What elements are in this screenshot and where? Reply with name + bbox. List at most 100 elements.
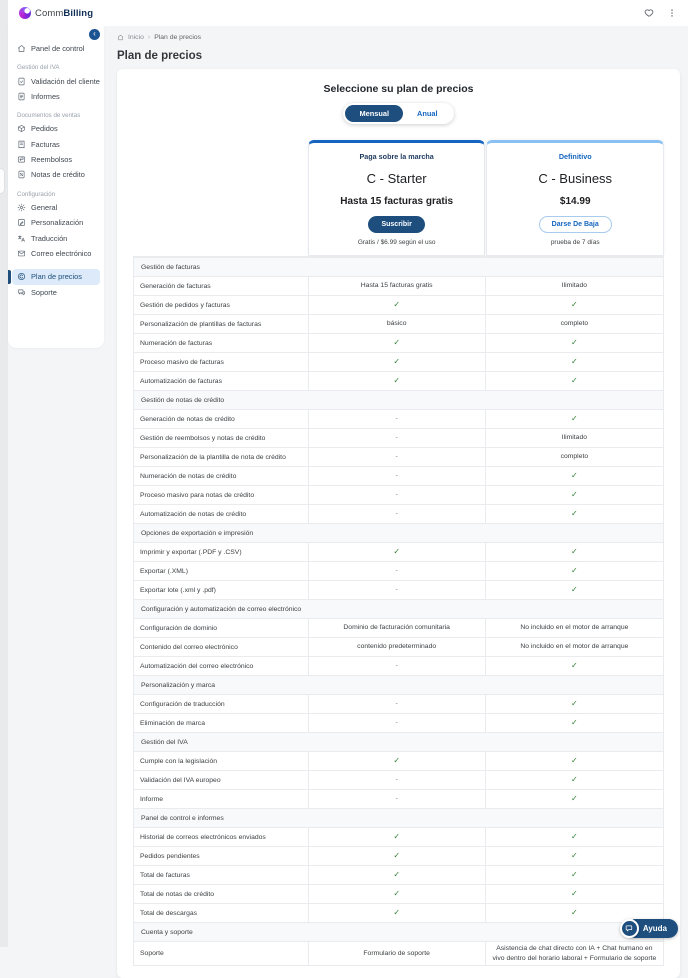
- sidebar-item-notas-de-crédito[interactable]: Notas de crédito: [12, 167, 100, 182]
- table-row: Validación del IVA europeo-✓: [134, 770, 663, 789]
- table-section-header: Opciones de exportación e impresión: [134, 523, 663, 542]
- plan-card-starter: Paga sobre la marcha C - Starter Hasta 1…: [308, 140, 486, 256]
- sidebar-item-panel-de-control[interactable]: Panel de control: [12, 41, 100, 56]
- table-section-header: Gestión de facturas: [134, 257, 663, 276]
- toggle-mensual[interactable]: Mensual: [345, 105, 403, 122]
- business-value: No incluido en el motor de arranque: [486, 638, 663, 656]
- check-icon: ✓: [571, 907, 578, 918]
- sidebar-item-soporte[interactable]: Soporte: [12, 285, 100, 300]
- starter-value: contenido predeterminado: [309, 638, 486, 656]
- chat-bubble-icon: [620, 919, 639, 938]
- dash-value: -: [396, 699, 398, 709]
- main-content: Inicio › Plan de precios Plan de precios…: [104, 26, 688, 947]
- feature-label: Total de descargas: [134, 904, 309, 922]
- table-row: Gestión de pedidos y facturas✓✓: [134, 295, 663, 314]
- unsubscribe-button[interactable]: Darse De Baja: [539, 216, 612, 233]
- gear-icon: [17, 203, 26, 212]
- help-button[interactable]: Ayuda: [620, 919, 678, 938]
- pricing-heading: Seleccione su plan de precios: [133, 83, 664, 95]
- check-icon: ✓: [571, 869, 578, 880]
- dash-value: -: [396, 471, 398, 481]
- dash-value: -: [396, 661, 398, 671]
- plan-tag: Paga sobre la marcha: [315, 152, 479, 161]
- feature-comparison-table: Gestión de facturasGeneración de factura…: [133, 256, 664, 966]
- starter-value: ✓: [309, 752, 486, 770]
- check-icon: ✓: [393, 850, 400, 861]
- business-value: ✓: [486, 847, 663, 865]
- business-value: ✓: [486, 505, 663, 523]
- business-value: ✓: [486, 372, 663, 390]
- feature-label: Total de notas de crédito: [134, 885, 309, 903]
- table-row: Automatización de notas de crédito-✓: [134, 504, 663, 523]
- logo-icon: [19, 7, 31, 19]
- kebab-menu-icon[interactable]: [667, 8, 677, 18]
- starter-value: Hasta 15 facturas gratis: [309, 277, 486, 295]
- business-value: ✓: [486, 410, 663, 428]
- check-icon: ✓: [571, 831, 578, 842]
- check-icon: ✓: [571, 717, 578, 728]
- sidebar-item-facturas[interactable]: Facturas: [12, 137, 100, 152]
- sidebar-item-informes[interactable]: Informes: [12, 89, 100, 104]
- table-row: Imprimir y exportar (.PDF y .CSV)✓✓: [134, 542, 663, 561]
- business-value: completo: [486, 315, 663, 333]
- starter-value: ✓: [309, 866, 486, 884]
- feature-label: Contenido del correo electrónico: [134, 638, 309, 656]
- sidebar-section-label: Configuración: [17, 191, 95, 198]
- favorite-heart-icon[interactable]: [644, 8, 654, 18]
- app-logo[interactable]: CommBilling: [19, 7, 93, 19]
- side-panel-handle[interactable]: [0, 168, 5, 194]
- dash-value: -: [396, 452, 398, 462]
- plan-name: C - Starter: [315, 171, 479, 186]
- check-icon: ✓: [393, 755, 400, 766]
- starter-value: -: [309, 562, 486, 580]
- feature-label: Numeración de notas de crédito: [134, 467, 309, 485]
- feature-label: Personalización de la plantilla de nota …: [134, 448, 309, 466]
- sidebar-item-label: Plan de precios: [31, 272, 82, 281]
- email-icon: [17, 249, 26, 258]
- table-row: Generación de facturasHasta 15 facturas …: [134, 276, 663, 295]
- sidebar-item-plan-de-precios[interactable]: Plan de precios: [12, 269, 100, 284]
- plan-subtitle: $14.99: [493, 196, 657, 207]
- home-icon: [17, 44, 26, 53]
- sidebar-item-validación-del-cliente[interactable]: Validación del cliente: [12, 73, 100, 88]
- table-row: Personalización de la plantilla de nota …: [134, 447, 663, 466]
- subscribe-button[interactable]: Suscribir: [368, 216, 424, 233]
- sidebar-item-personalización[interactable]: Personalización: [12, 215, 100, 230]
- check-icon: ✓: [571, 356, 578, 367]
- customize-icon: [17, 218, 26, 227]
- billing-period-toggle: Mensual Anual: [343, 103, 453, 124]
- breadcrumb: Inicio › Plan de precios: [104, 26, 688, 41]
- table-row: Informe-✓: [134, 789, 663, 808]
- starter-value: ✓: [309, 353, 486, 371]
- plan-cards-row: Paga sobre la marcha C - Starter Hasta 1…: [133, 140, 664, 256]
- feature-label: Imprimir y exportar (.PDF y .CSV): [134, 543, 309, 561]
- sidebar-item-correo-electrónico[interactable]: Correo electrónico: [12, 246, 100, 261]
- starter-value: -: [309, 448, 486, 466]
- starter-value: -: [309, 467, 486, 485]
- starter-value: ✓: [309, 296, 486, 314]
- breadcrumb-home[interactable]: Inicio: [128, 34, 144, 41]
- sidebar-collapse-button[interactable]: ‹: [89, 29, 100, 40]
- starter-value: -: [309, 429, 486, 447]
- sidebar-gap: [8, 261, 104, 269]
- toggle-anual[interactable]: Anual: [403, 105, 452, 122]
- starter-value: ✓: [309, 885, 486, 903]
- table-row: Numeración de notas de crédito-✓: [134, 466, 663, 485]
- support-icon: [17, 288, 26, 297]
- dash-value: -: [396, 585, 398, 595]
- sidebar-item-pedidos[interactable]: Pedidos: [12, 121, 100, 136]
- sidebar-item-label: Personalización: [31, 218, 83, 227]
- check-icon: ✓: [571, 565, 578, 576]
- invoice-icon: [17, 140, 26, 149]
- logo-text: CommBilling: [35, 8, 93, 19]
- sidebar-item-general[interactable]: General: [12, 200, 100, 215]
- sidebar-item-label: Correo electrónico: [31, 249, 91, 258]
- sidebar-item-traducción[interactable]: Traducción: [12, 230, 100, 245]
- sidebar-item-reembolsos[interactable]: Reembolsos: [12, 152, 100, 167]
- sidebar-item-label: Validación del cliente: [31, 77, 100, 86]
- table-section-header: Gestión de notas de crédito: [134, 390, 663, 409]
- sidebar-item-label: Panel de control: [31, 44, 84, 53]
- check-icon: ✓: [571, 774, 578, 785]
- table-row: Configuración de traducción-✓: [134, 694, 663, 713]
- plan-note: Gratis / $6.99 según el uso: [315, 239, 479, 246]
